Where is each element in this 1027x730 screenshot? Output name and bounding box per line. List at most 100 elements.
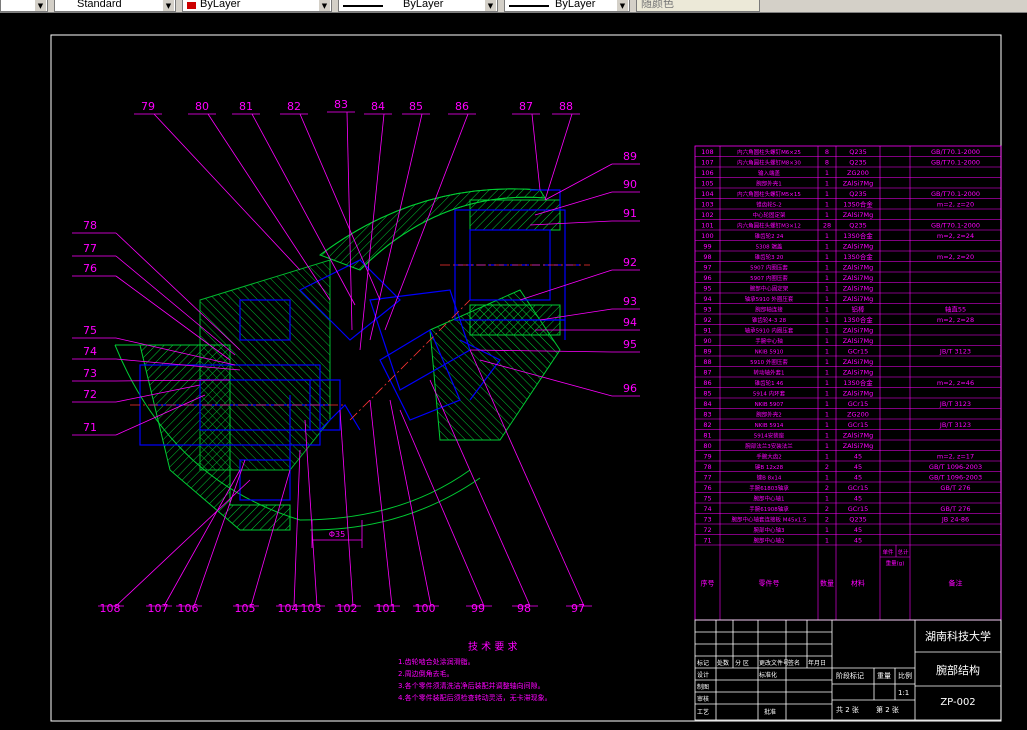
lineweight-select[interactable]: ByLayer ▼ (504, 0, 630, 12)
bom-cell: 2 (825, 505, 829, 513)
bom-cell: ZAlSi7Mg (843, 285, 874, 293)
bom-cell: Q235 (849, 222, 867, 230)
bom-cell: 81 (703, 432, 711, 440)
bom-cell: 103 (701, 201, 713, 209)
bom-cell: 内六角圆柱头螺钉M5×15 (737, 190, 801, 198)
bom-cell: 锥齿轮1 46 (755, 379, 784, 387)
chevron-down-icon[interactable]: ▼ (617, 0, 628, 11)
leader-line (369, 399, 393, 607)
bom-cell: 键B 8x14 (757, 474, 782, 482)
callout-label: 101 (376, 602, 397, 615)
callout-label: 82 (287, 100, 301, 113)
callout-label: 95 (623, 338, 637, 351)
title-block-text: 湖南科技大学 腕部结构 ZP-002 阶段标记 重量 比例 1:1 共 2 张 … (697, 629, 991, 716)
bom-cell: ZAlSi7Mg (843, 243, 874, 251)
bom-cell: 96 (703, 274, 711, 282)
drawing-name: 腕部结构 (936, 663, 980, 677)
bom-cell: NKIB 5914 (755, 423, 784, 429)
sheets-total: 共 2 张 (836, 705, 859, 714)
chevron-down-icon[interactable]: ▼ (485, 0, 496, 11)
bom-cell: GCr15 (848, 400, 869, 408)
bom-cell: 45 (854, 495, 862, 503)
bom-cell: 手腕大齿2 (756, 453, 782, 461)
chevron-down-icon[interactable]: ▼ (35, 0, 46, 11)
bom-cell: 腕部中心轴套连接板 M45x1.5 (732, 516, 807, 524)
bom-cell: JB/T 3123 (939, 348, 971, 356)
text-style-value: Standard (77, 0, 122, 10)
bom-cell: 5907 内圈压套 (750, 264, 788, 272)
bom-cell: 铝棒 (852, 305, 866, 314)
bom-cell: ZAlSi7Mg (843, 180, 874, 188)
bom-cell: 28 (823, 222, 831, 230)
bom-cell: 2 (825, 484, 829, 492)
leader-line (346, 111, 353, 331)
bom-cell: 79 (703, 453, 711, 461)
bom-cell: 内六角圆柱头螺钉M8×30 (737, 159, 801, 167)
scale-value: 1:1 (898, 689, 909, 697)
callout-label: 83 (334, 98, 348, 111)
bom-cell: 85 (703, 390, 711, 398)
bom-cell: 8 (825, 148, 829, 156)
bom-header-cell: 备注 (949, 579, 963, 588)
bom-cell: m=2, z=46 (937, 379, 974, 387)
stage-label: 阶段标记 (836, 671, 864, 680)
bom-cell: ZG200 (847, 169, 869, 177)
bom-header-cell: 材料 (851, 579, 865, 588)
text-style-select[interactable]: Standard ▼ (54, 0, 176, 12)
bom-cell: 100 (701, 232, 713, 240)
bom-cell: 轴承5910 内圈压套 (745, 327, 794, 335)
bom-cell: 1 (825, 306, 829, 314)
toolbar-cell-left[interactable]: ▼ (0, 0, 48, 12)
bom-cell: 轴直55 (945, 305, 966, 314)
bom-cell: Q235 (849, 148, 867, 156)
bom-cell: GCr15 (848, 505, 869, 513)
bom-cell: 2 (825, 516, 829, 524)
bom-cell: 锥齿轮4-3 28 (752, 316, 787, 324)
bom-cell: 1 (825, 537, 829, 545)
chevron-down-icon[interactable]: ▼ (163, 0, 174, 11)
bom-cell: 102 (701, 211, 713, 219)
scale-label: 比例 (898, 671, 912, 680)
plot-style-select[interactable]: 随颜色 (636, 0, 760, 12)
drawing-canvas[interactable]: Φ35 79 80 81 82 83 84 85 86 87 888990919293949596… (0, 12, 1027, 730)
chevron-down-icon[interactable]: ▼ (319, 0, 330, 11)
callout-label: 100 (415, 602, 436, 615)
bom-cell: 107 (701, 159, 713, 167)
bom-cell: 75 (703, 495, 711, 503)
bom-cell: 1 (825, 526, 829, 534)
bom-cell: 1 (825, 274, 829, 282)
bom-cell: ZAlSi7Mg (843, 274, 874, 282)
bom-cell: 90 (703, 337, 711, 345)
bom-cell: 72 (703, 526, 711, 534)
rev-col-mark: 标记 (697, 659, 709, 667)
bom-cell: 76 (703, 484, 711, 492)
leader-line (293, 449, 301, 607)
bom-cell: 1 (825, 390, 829, 398)
bom-cell: 77 (703, 474, 711, 482)
color-select[interactable]: ByLayer ▼ (182, 0, 332, 12)
bom-cell: 1 (825, 358, 829, 366)
bom-cell: 1 (825, 327, 829, 335)
rev-col-zone: 分 区 (735, 659, 749, 667)
lineweight-preview-icon (509, 5, 549, 7)
callout-label: 72 (83, 388, 97, 401)
bom-cell: GB/T 276 (940, 484, 970, 492)
callout-label: 102 (337, 602, 358, 615)
bom-cell: 1 (825, 369, 829, 377)
rev-col-count: 处数 (717, 659, 729, 667)
bom-cell: ZAlSi7Mg (843, 442, 874, 450)
bom-cell: 腕部中心轴1 (754, 495, 785, 503)
bom-cell: 锥齿轮3 20 (755, 253, 784, 261)
callout-label: 108 (100, 602, 121, 615)
plot-style-value: 随颜色 (641, 0, 674, 10)
bill-of-materials: 108 内六角圆柱头螺钉M6×25 8 Q235 GB/T70.1-2000 107 内六角… (694, 145, 1002, 621)
bom-cell: GB/T70.1-2000 (931, 222, 980, 230)
bom-cell: 98 (703, 253, 711, 261)
bom-cell: GCr15 (848, 348, 869, 356)
linetype-select[interactable]: ByLayer ▼ (338, 0, 498, 12)
bom-cell: 92 (703, 316, 711, 324)
bom-cell: 5907 内圈压套 (750, 274, 788, 282)
bom-cell: 45 (854, 453, 862, 461)
bom-cell: 手腕61803轴承 (749, 484, 789, 492)
bom-cell: 71 (703, 537, 711, 545)
